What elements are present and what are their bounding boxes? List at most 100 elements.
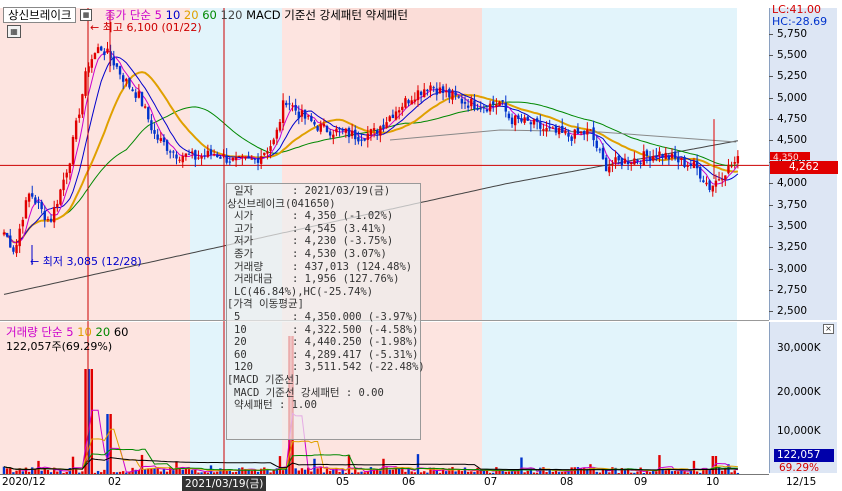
candle-body (416, 90, 420, 101)
candle-body (256, 158, 260, 163)
stock-chart[interactable] (0, 0, 842, 489)
price-axis-labels: 5,7505,5005,2505,0004,7504,5004,2504,000… (769, 0, 837, 320)
candle-body (539, 121, 542, 129)
candle-body (125, 78, 128, 82)
candle-body (466, 105, 470, 108)
candle-body (244, 156, 247, 159)
candle-body (285, 102, 288, 106)
candle-body (100, 46, 103, 51)
candle-body (460, 98, 464, 104)
stock-name-box[interactable]: 상신브레이크 (3, 7, 77, 23)
candle-body (350, 130, 354, 137)
tooltip-ma-row: 60: 4,289.417 (-5.31%) (234, 348, 419, 361)
candle-body (134, 92, 137, 98)
volume-axis-label: 10,000K (777, 425, 821, 437)
candle-body (595, 140, 598, 148)
candle-body (78, 114, 81, 119)
volume-panel-close-icon[interactable]: × (823, 324, 834, 334)
candle-body (451, 91, 454, 100)
candle-body (482, 107, 486, 109)
candle-body (84, 71, 87, 96)
candle-body (695, 160, 699, 169)
candle-body (52, 207, 56, 223)
price-axis-tick (769, 268, 773, 270)
candle-body (294, 105, 297, 111)
candle-body (432, 87, 435, 89)
price-axis-tick (769, 247, 773, 249)
candle-body (187, 153, 191, 155)
candle-body (162, 137, 166, 143)
candle-body (620, 157, 624, 166)
candle-body (441, 86, 445, 93)
candle-body (401, 106, 404, 110)
candle-body (159, 138, 163, 141)
volume-title: 거래량 (6, 325, 38, 339)
candle-body (617, 155, 620, 161)
candle-body (457, 96, 460, 98)
price-axis-label: 3,000 (777, 262, 808, 275)
candle-body (297, 111, 300, 119)
candle-body (479, 108, 482, 110)
ma-120[interactable]: 120 (221, 8, 243, 22)
candle-body (504, 102, 507, 112)
candle-body (103, 51, 106, 56)
tooltip-price-row: 종가: 4,530 (3.07%) (234, 247, 387, 260)
candle-body (683, 157, 686, 168)
tooltip-weak-line: 약세패턴 : 1.00 (234, 399, 317, 412)
candle-body (601, 147, 605, 159)
candle-body (510, 117, 514, 125)
ma-60[interactable]: 60 (202, 8, 217, 22)
vol-ma-20[interactable]: 20 (96, 325, 111, 339)
price-axis-tick (769, 204, 773, 206)
candle-body (12, 247, 15, 252)
candle-body (535, 118, 539, 122)
candle-body (727, 164, 730, 174)
candle-body (529, 122, 533, 125)
candle-body (372, 128, 376, 131)
candle-body (645, 150, 649, 156)
candle-body (128, 77, 131, 88)
candle-body (275, 129, 279, 139)
tooltip-price-row: 거래량: 437,013 (124.48%) (234, 260, 413, 273)
price-axis-label: 4,000 (777, 177, 808, 190)
candle-body (241, 156, 244, 158)
candle-body (93, 53, 97, 60)
date-axis-label: 12/15 (786, 476, 817, 488)
vol-ma-5[interactable]: 5 (66, 325, 73, 339)
candle-body (263, 152, 266, 156)
tooltip-date: 일자: 2021/03/19(금) (234, 185, 391, 197)
grid-toggle-icon[interactable]: ▦ (7, 25, 21, 38)
volume-bar (278, 456, 282, 474)
candle-body (175, 154, 178, 159)
volume-indicator-label: 단순 (41, 325, 63, 339)
candle-body (357, 137, 360, 142)
volume-bar (658, 455, 661, 474)
candle-body (313, 121, 316, 125)
candle-body (266, 151, 269, 154)
candle-body (344, 128, 348, 133)
candle-body (526, 116, 529, 121)
candle-body (410, 100, 413, 105)
candle-body (699, 166, 702, 179)
candle-body (429, 85, 432, 91)
candle-body (507, 113, 511, 119)
vol-ma-60[interactable]: 60 (114, 325, 129, 339)
candle-body (303, 109, 307, 119)
candle-body (112, 56, 115, 66)
candle-body (717, 179, 721, 181)
pattern-label: MACD 기준선 강세패턴 약세패턴 (246, 8, 408, 22)
tooltip-macd-header: [MACD 기준선] (227, 373, 301, 386)
vol-ma-10[interactable]: 10 (77, 325, 92, 339)
candle-body (677, 157, 680, 163)
candle-body (576, 127, 580, 134)
candle-body (589, 129, 592, 131)
candle-body (74, 120, 78, 140)
candle-body (523, 117, 526, 123)
candle-body (363, 138, 366, 141)
candle-body (495, 104, 498, 108)
stock-name: 상신브레이크 (8, 8, 72, 22)
candle-body (278, 121, 282, 131)
price-axis-tick (769, 76, 773, 78)
candle-body (445, 91, 448, 93)
candle-body (238, 155, 241, 157)
